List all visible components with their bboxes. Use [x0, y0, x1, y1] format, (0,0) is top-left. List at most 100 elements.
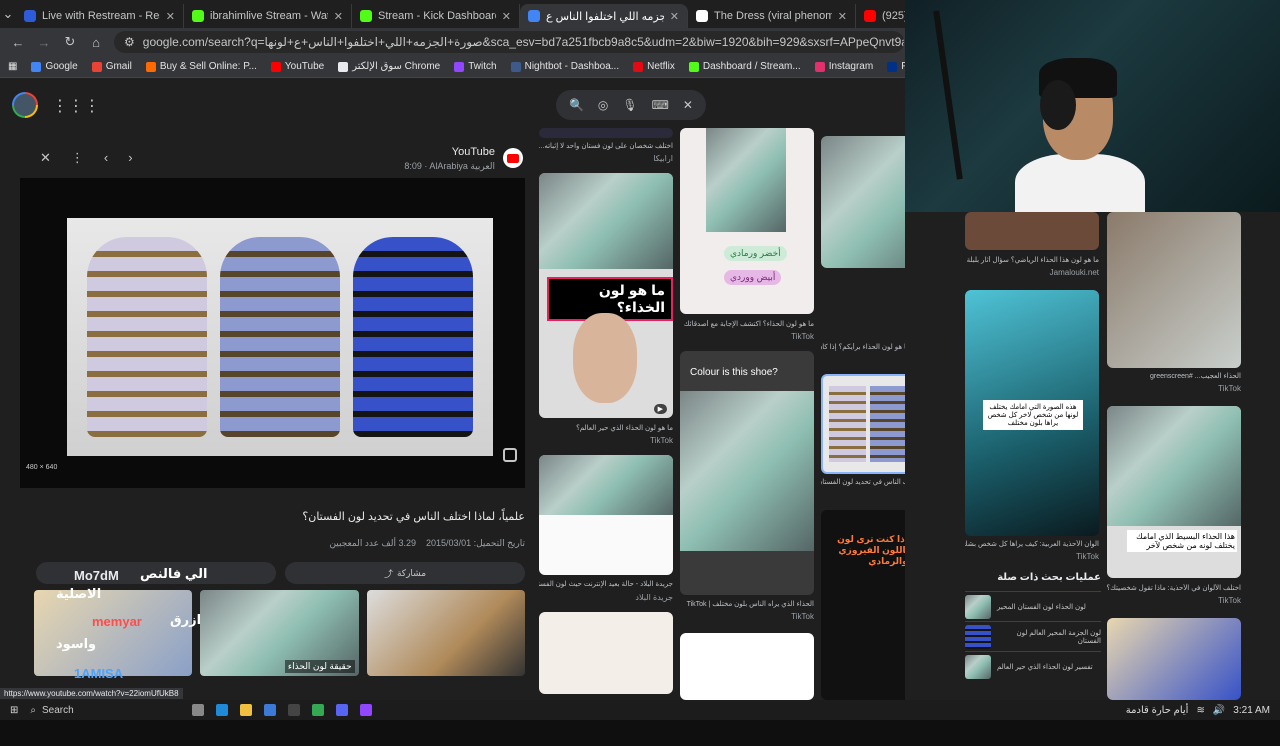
result-source: TikTok: [1076, 552, 1099, 561]
save-button[interactable]: [36, 562, 276, 584]
bookmark-item[interactable]: Buy & Sell Online: P...: [145, 61, 257, 72]
browser-tab[interactable]: Live with Restream - Restream ✕: [16, 4, 184, 28]
result-image[interactable]: [539, 455, 673, 575]
bookmark-label: YouTube: [284, 61, 325, 72]
file-explorer-icon[interactable]: [240, 704, 253, 716]
tab-close-icon[interactable]: ✕: [166, 10, 175, 23]
browser-tab[interactable]: Stream - Kick Dashboard ✕: [352, 4, 520, 28]
search-box[interactable]: 🔍 ◎ 🎙 ⌨ ✕: [556, 90, 706, 120]
result-source: Jamalouki.net: [1049, 268, 1099, 277]
preview-title[interactable]: علمياً، لماذا اختلف الناس في تحديد لون ا…: [302, 510, 525, 523]
visual-search-icon[interactable]: [503, 448, 517, 462]
browser-tab[interactable]: صورة الجزمه اللي اختلفوا الناس ع ✕: [520, 4, 688, 28]
tab-close-icon[interactable]: ✕: [334, 10, 343, 23]
status-url: https://www.youtube.com/watch?v=22iomUfU…: [0, 688, 183, 699]
previous-icon[interactable]: ‹: [104, 150, 108, 166]
close-icon[interactable]: ✕: [40, 150, 51, 166]
back-icon[interactable]: ←: [10, 35, 26, 50]
google-apps-icon[interactable]: ⋮⋮⋮: [52, 96, 100, 116]
dress-image[interactable]: [67, 218, 493, 456]
home-icon[interactable]: ⌂: [88, 35, 104, 50]
wifi-icon[interactable]: ≋: [1196, 705, 1204, 716]
result-image[interactable]: [965, 212, 1099, 250]
forward-icon[interactable]: →: [36, 35, 52, 50]
lens-icon[interactable]: ◎: [598, 98, 608, 112]
result-image[interactable]: [821, 374, 905, 474]
keyboard-icon[interactable]: ⌨: [652, 98, 669, 112]
weather-text: أيام حارة قادمة: [1125, 704, 1189, 716]
browser-tab[interactable]: The Dress (viral phenomenon) ✕: [688, 4, 856, 28]
microphone-icon[interactable]: 🎙: [622, 98, 637, 112]
start-icon[interactable]: ⊞: [10, 705, 18, 716]
dress-white-gold: [87, 237, 208, 437]
result-image[interactable]: هذه الصورة التي امامك يختلف لونها من شخص…: [965, 290, 1099, 536]
avatar[interactable]: [12, 92, 38, 118]
result-image[interactable]: [680, 633, 814, 700]
store-icon[interactable]: [264, 704, 277, 716]
bookmark-item[interactable]: YouTube: [270, 61, 325, 72]
site-info-icon[interactable]: ⚙: [124, 35, 135, 49]
result-image[interactable]: [539, 128, 673, 138]
chrome-icon[interactable]: [312, 704, 325, 716]
discord-icon[interactable]: [336, 704, 349, 716]
related-thumb: [965, 624, 991, 649]
twitch-icon[interactable]: [360, 704, 373, 716]
url-text: google.com/search?q=صورة+الجزمه+اللي+اخت…: [142, 35, 904, 49]
result-image[interactable]: أخضر ورمادي أبيض ووردي: [680, 128, 814, 314]
clock[interactable]: 3:21 AM: [1233, 705, 1270, 716]
related-image[interactable]: [366, 590, 525, 676]
clear-icon[interactable]: ✕: [683, 98, 693, 112]
related-search-item[interactable]: تفسير لون الحذاء الذي حير العالم: [965, 651, 1101, 681]
tab-title: Live with Restream - Restream: [42, 10, 160, 22]
bookmark-item[interactable]: Google: [31, 61, 78, 72]
preview-source[interactable]: YouTube 8:09 · AlArabiya العربية: [404, 146, 523, 172]
result-image[interactable]: [1107, 618, 1241, 700]
share-button[interactable]: ⤴ مشاركة: [285, 562, 525, 584]
obs-icon[interactable]: [288, 704, 301, 716]
result-image[interactable]: هذا الحذاء البسيط الذي امامك يختلف لونه …: [1107, 406, 1241, 578]
related-image[interactable]: [34, 590, 193, 676]
bookmark-item[interactable]: Gmail: [91, 61, 132, 72]
bookmark-item[interactable]: Instagram: [814, 61, 873, 72]
edge-icon[interactable]: [216, 704, 229, 716]
bookmark-item[interactable]: Netflix: [633, 61, 675, 72]
dress-mini: [829, 386, 866, 462]
bookmark-label: Nightbot - Dashboa...: [524, 61, 620, 72]
video-overlay-text: هذا الحذاء البسيط الذي امامك يختلف لونه …: [1127, 530, 1237, 552]
related-search-item[interactable]: لون الحذاء لون الفستان المحير: [965, 591, 1101, 621]
result-image[interactable]: [1107, 212, 1241, 368]
tab-close-icon[interactable]: ✕: [502, 10, 511, 23]
result-image[interactable]: [821, 136, 905, 268]
apps-icon[interactable]: ▦: [8, 61, 17, 72]
bookmark-item[interactable]: Nightbot - Dashboa...: [510, 61, 620, 72]
browser-tab[interactable]: ibrahimlive Stream - Watch Live ✕: [184, 4, 352, 28]
taskbar-search[interactable]: ⌕ Search: [30, 705, 180, 716]
dress-middle: [219, 237, 340, 437]
related-image[interactable]: حقيقة لون الحذاء: [200, 590, 359, 676]
result-image[interactable]: حقيقة إذا كنت ترى لون الحذاء باللون الفي…: [821, 510, 905, 700]
tab-search-icon[interactable]: ⌄: [0, 6, 16, 22]
search-icon[interactable]: 🔍: [569, 98, 584, 112]
address-bar[interactable]: ⚙ google.com/search?q=صورة+الجزمه+اللي+ا…: [114, 31, 904, 53]
bookmark-favicon-icon: [887, 61, 898, 72]
result-image[interactable]: ما هو لون الخذاء؟ ▶: [539, 173, 673, 418]
result-image[interactable]: Colour is this shoe?: [680, 351, 814, 595]
tab-favicon-icon: [360, 10, 372, 22]
preview-image-stage[interactable]: 480 × 640: [20, 178, 525, 488]
tab-close-icon[interactable]: ✕: [838, 10, 847, 23]
bookmark-item[interactable]: سوق الإلكتر Chrome: [338, 61, 440, 72]
volume-icon[interactable]: 🔊: [1213, 705, 1225, 716]
bookmark-label: Gmail: [105, 61, 132, 72]
next-icon[interactable]: ›: [128, 150, 132, 166]
bookmark-item[interactable]: Dashboard / Stream...: [688, 61, 801, 72]
related-search-item[interactable]: لون الجزمة المحير العالم لون الفستان: [965, 621, 1101, 651]
image-results-grid: اختلف شخصان على لون فستان واحد لا إثباته…: [537, 128, 905, 700]
dress-blue-black: [352, 237, 473, 437]
bookmark-item[interactable]: Twitch: [454, 61, 497, 72]
more-options-icon[interactable]: ⋮: [71, 150, 84, 166]
result-image[interactable]: [539, 612, 673, 694]
task-view-icon[interactable]: [192, 704, 205, 716]
related-thumb: [965, 654, 991, 679]
reload-icon[interactable]: ↻: [62, 34, 78, 50]
tab-close-icon[interactable]: ✕: [670, 10, 679, 23]
